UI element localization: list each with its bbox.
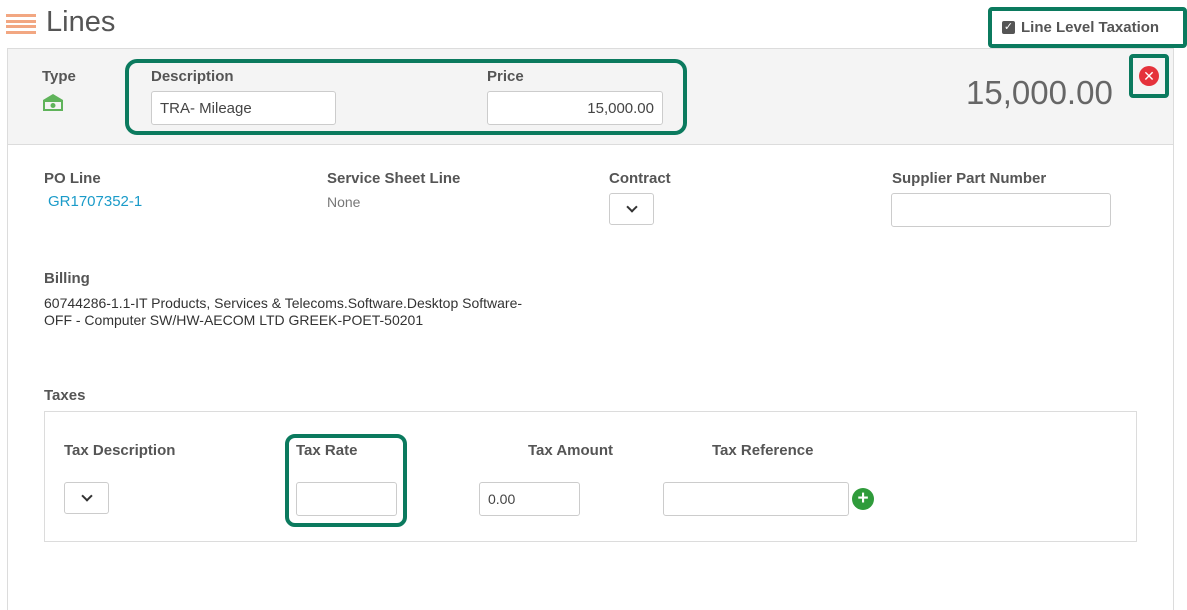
delete-icon: ✕ (1139, 66, 1159, 86)
add-tax-button[interactable]: + (852, 488, 874, 510)
line-header: Type Description TRA- Mileage Price 15,0… (8, 49, 1173, 145)
tax-description-select[interactable] (64, 482, 109, 514)
lines-icon (6, 14, 36, 34)
type-label: Type (42, 68, 76, 85)
delete-line-button[interactable]: ✕ (1129, 54, 1169, 98)
billing-line-2: OFF - Computer SW/HW-AECOM LTD GREEK-POE… (44, 312, 424, 328)
line-level-taxation-checkbox[interactable]: ✓ (1002, 21, 1015, 34)
tax-reference-input[interactable] (663, 482, 849, 516)
line-total: 15,000.00 (966, 74, 1113, 111)
tax-description-header: Tax Description (64, 442, 176, 459)
contract-select[interactable] (609, 193, 654, 225)
tax-rate-input[interactable] (296, 482, 397, 516)
description-input[interactable]: TRA- Mileage (151, 91, 336, 125)
contract-label: Contract (609, 170, 671, 187)
section-title: Lines (46, 6, 116, 38)
billing-line-1: 60744286-1.1-IT Products, Services & Tel… (44, 295, 523, 311)
po-line-label: PO Line (44, 170, 101, 187)
price-input[interactable]: 15,000.00 (487, 91, 663, 125)
description-label: Description (151, 68, 234, 85)
line-card: Type Description TRA- Mileage Price 15,0… (7, 48, 1174, 610)
supplier-part-number-label: Supplier Part Number (892, 170, 1047, 187)
price-label: Price (487, 68, 524, 85)
chevron-down-icon (625, 201, 638, 213)
supplier-part-number-input[interactable] (891, 193, 1111, 227)
tax-amount-input[interactable]: 0.00 (479, 482, 580, 516)
service-sheet-line-value: None (327, 194, 361, 210)
tax-amount-header: Tax Amount (528, 442, 613, 459)
taxes-label: Taxes (44, 387, 86, 404)
billing-label: Billing (44, 270, 90, 287)
chevron-down-icon (80, 490, 93, 502)
tax-reference-header: Tax Reference (712, 442, 814, 459)
service-sheet-line-label: Service Sheet Line (327, 170, 461, 187)
line-level-taxation-label: Line Level Taxation (1021, 19, 1160, 36)
po-line-link[interactable]: GR1707352-1 (48, 193, 142, 210)
taxes-panel: Tax Description Tax Rate Tax Amount Tax … (44, 411, 1137, 542)
tax-rate-header: Tax Rate (296, 442, 358, 459)
money-icon (43, 94, 63, 111)
billing-value: 60744286-1.1-IT Products, Services & Tel… (44, 295, 604, 329)
line-level-taxation-toggle[interactable]: ✓ Line Level Taxation (988, 7, 1187, 48)
